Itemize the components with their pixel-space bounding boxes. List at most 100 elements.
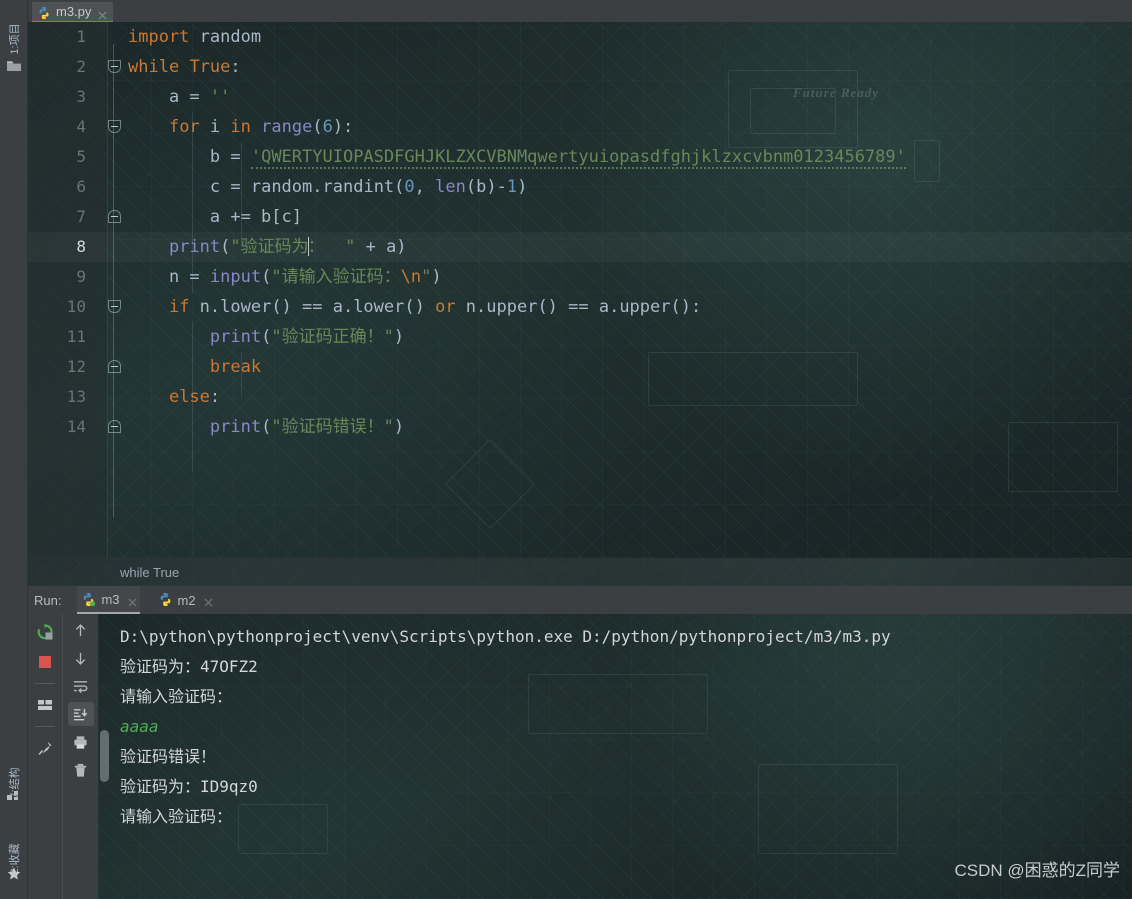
fold-expand-icon[interactable] (108, 60, 121, 73)
code-line[interactable]: 1 import random (28, 22, 1132, 52)
code-token: range (261, 117, 313, 137)
code-token: ) (393, 417, 405, 437)
fold-expand-icon[interactable] (108, 300, 121, 313)
code-line[interactable]: 9 n = input("请输入验证码：\n") (28, 262, 1132, 292)
run-tab-m2[interactable]: m2 (154, 586, 216, 614)
line-number: 6 (76, 177, 86, 196)
code-token: ) (393, 327, 405, 347)
code-line[interactable]: 5 b = 'QWERTYUIOPASDFGHJKLZXCVBNMqwertyu… (28, 142, 1132, 172)
code-token: input (209, 267, 262, 287)
code-line[interactable]: 7 a += b[c] (28, 202, 1132, 232)
code-token: , (414, 177, 436, 197)
code-line[interactable]: 3 a = '' (28, 82, 1132, 112)
code-token: 'QWERTYUIOPASDFGHJKLZXCVBNMqwertyuiopasd… (250, 147, 906, 169)
run-console[interactable]: Future Ready D:\python\pythonproject\ven… (98, 614, 1132, 899)
pin-icon[interactable] (32, 736, 58, 760)
fold-collapse-icon[interactable] (108, 360, 121, 373)
sidebar-item-project-label: 1:项目 (9, 23, 21, 55)
indent-guide (241, 142, 242, 247)
toolbar-separator (35, 683, 55, 684)
structure-icon[interactable] (6, 787, 22, 803)
code-token: for (168, 117, 200, 137)
code-token: "请输入验证码： (271, 267, 401, 287)
breadcrumb[interactable]: while True (28, 558, 1132, 586)
editor-tab-m3[interactable]: m3.py (32, 2, 114, 22)
rerun-icon[interactable] (32, 620, 58, 644)
code-line[interactable]: 2 while True: (28, 52, 1132, 82)
line-number: 13 (66, 387, 86, 406)
sidebar-item-structure[interactable]: 7:结构 (1, 747, 27, 819)
code-token: ( (261, 267, 272, 287)
run-toolbar-primary (28, 614, 62, 899)
code-line[interactable]: 14 print("验证码错误！") (28, 412, 1132, 442)
line-number: 12 (66, 357, 86, 376)
up-arrow-icon[interactable] (68, 618, 94, 642)
code-token: random (199, 27, 262, 47)
code-token: ( (394, 177, 405, 197)
sidebar-item-favorites[interactable]: 2:收藏 (1, 823, 27, 895)
favorites-star-icon[interactable] (6, 866, 22, 882)
code-token: 6 (322, 117, 333, 137)
code-line[interactable]: 4 for i in range(6): (28, 112, 1132, 142)
stop-icon[interactable] (32, 650, 58, 674)
fold-collapse-icon[interactable] (108, 420, 121, 433)
close-icon[interactable] (98, 8, 107, 20)
code-token: + a) (355, 237, 407, 257)
run-tab-m2-label: m2 (177, 592, 196, 608)
close-icon[interactable] (204, 595, 213, 607)
code-token: ( (220, 237, 231, 257)
code-token: . (312, 177, 323, 197)
code-line[interactable]: 12 break (28, 352, 1132, 382)
scroll-to-end-icon[interactable] (67, 702, 94, 726)
run-tab-m3-label: m3 (101, 591, 120, 607)
code-token: print (209, 327, 262, 347)
code-token: ( (312, 117, 323, 137)
code-token: break (209, 357, 262, 377)
code-token: or (435, 297, 456, 317)
indent-guide (241, 352, 242, 397)
code-line[interactable]: 11 print("验证码正确！") (28, 322, 1132, 352)
code-token: ) (517, 177, 528, 197)
console-output: D:\python\pythonproject\venv\Scripts\pyt… (98, 614, 1132, 832)
code-token: ： " (307, 237, 356, 257)
breadcrumb-background (28, 559, 1132, 586)
code-token: n (128, 267, 190, 287)
folder-icon[interactable] (6, 58, 22, 74)
run-tab-m3[interactable]: m3 (77, 586, 140, 614)
down-arrow-icon[interactable] (68, 646, 94, 670)
print-icon[interactable] (68, 730, 94, 754)
code-line[interactable]: 13 else: (28, 382, 1132, 412)
code-token: random (250, 177, 313, 197)
trash-icon[interactable] (68, 758, 94, 782)
code-lines-container[interactable]: 1 import random 2 while True: 3 a = '' 4 for … (28, 22, 1132, 558)
layout-icon[interactable] (32, 693, 58, 717)
code-line[interactable]: 10 if n.lower() == a.lower() or n.upper(… (28, 292, 1132, 322)
code-line[interactable]: 6 c = random.randint(0, len(b)-1) (28, 172, 1132, 202)
code-token: 1 (506, 177, 518, 197)
code-token: print (209, 417, 262, 437)
code-line[interactable]: 8 print("验证码为： " + a) (28, 232, 1132, 262)
indent-guide (192, 112, 193, 292)
console-output-line: 请输入验证码： (120, 687, 233, 706)
fold-expand-icon[interactable] (108, 120, 121, 133)
console-scrollbar-thumb[interactable] (100, 730, 109, 782)
close-icon[interactable] (128, 595, 137, 607)
line-number: 4 (76, 117, 86, 136)
fold-collapse-icon[interactable] (108, 210, 121, 223)
code-token: n.upper() == a.upper(): (455, 297, 702, 317)
run-tool-window-header: Run: m3 m2 (28, 586, 1132, 614)
code-editor[interactable]: Future Ready 1 import random 2 while True: 3… (28, 22, 1132, 558)
soft-wrap-icon[interactable] (68, 674, 94, 698)
breadcrumb-label: while True (120, 565, 180, 580)
code-token: import (128, 27, 190, 47)
code-token: (b)- (465, 177, 507, 197)
python-file-icon (37, 6, 51, 20)
editor-tab-bar: m3.py (28, 0, 1132, 22)
python-run-icon (158, 592, 173, 607)
